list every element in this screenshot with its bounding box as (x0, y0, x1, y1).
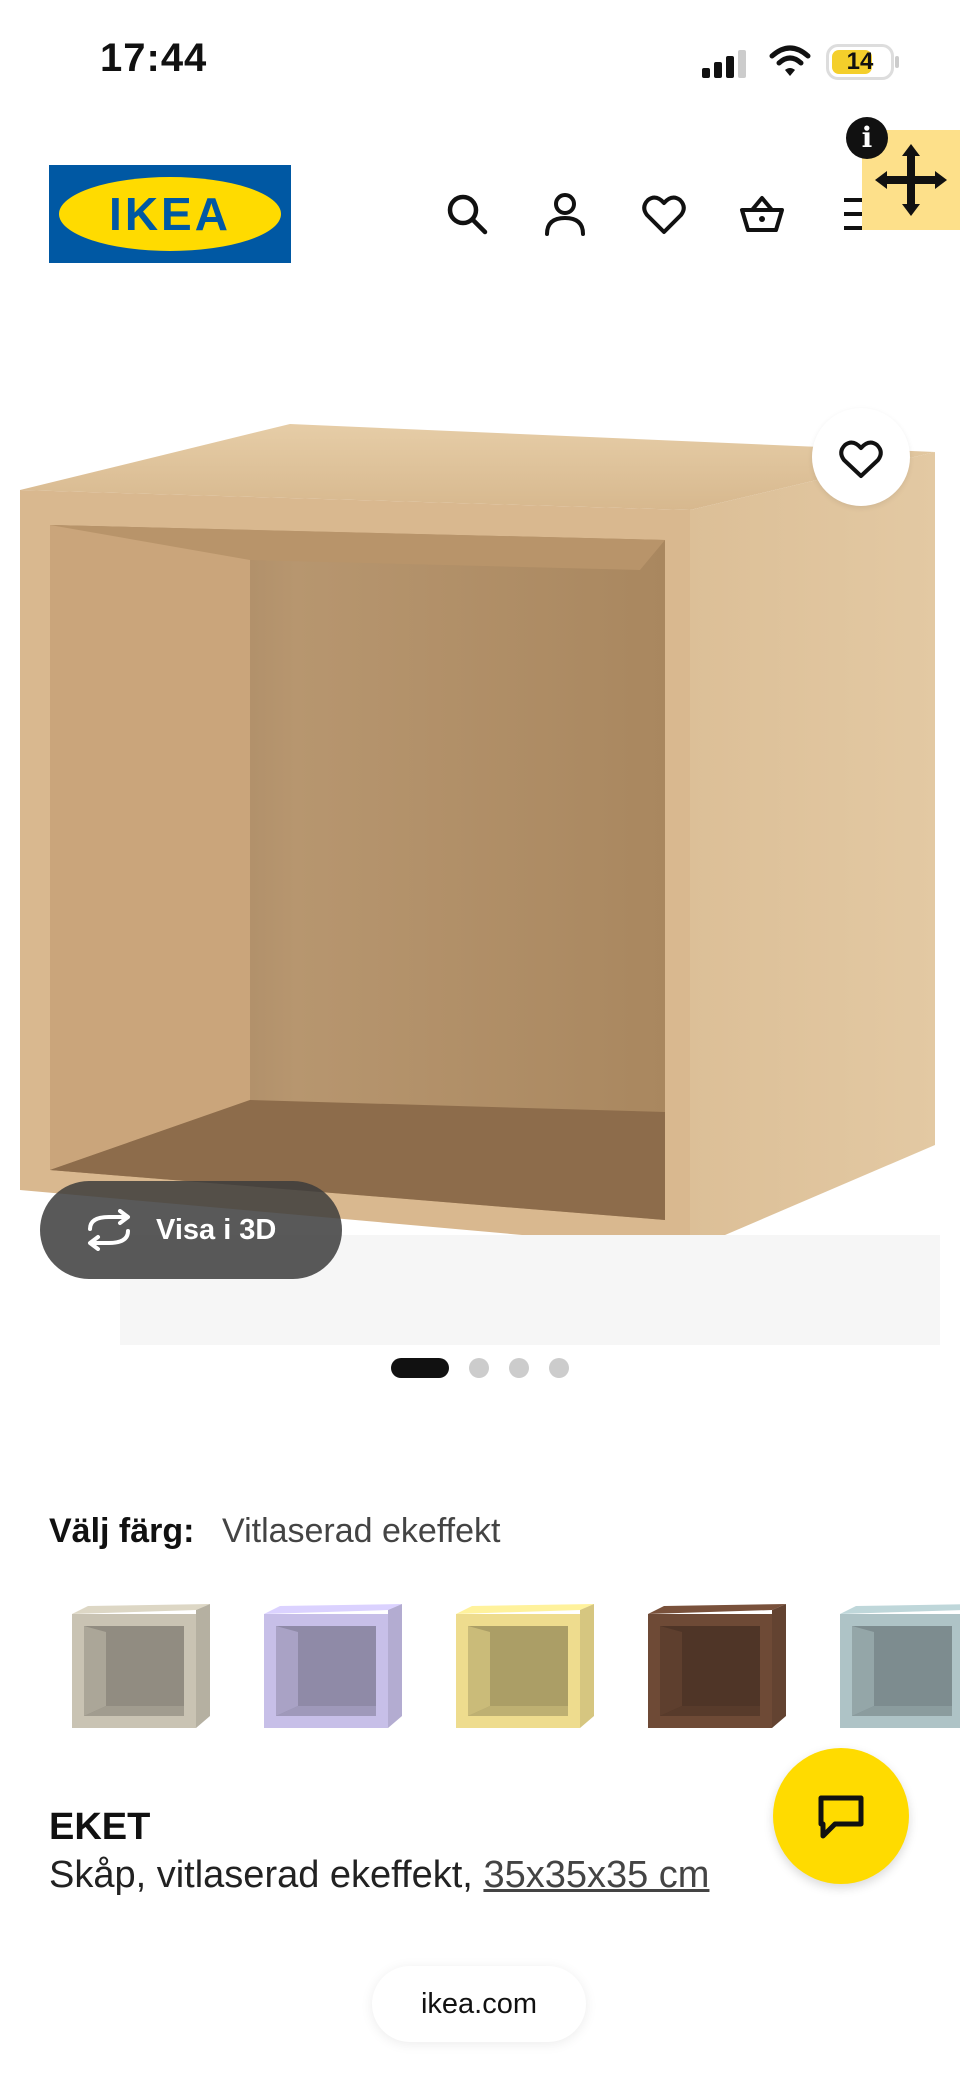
color-swatch[interactable] (834, 1600, 960, 1750)
browser-url-bar[interactable]: ikea.com (372, 1966, 586, 2042)
chat-icon (818, 1795, 864, 1839)
product-dimensions-link[interactable]: 35x35x35 cm (483, 1854, 709, 1896)
heart-icon[interactable] (640, 190, 688, 238)
carousel-dot[interactable] (391, 1358, 449, 1378)
product-name: EKET (49, 1806, 151, 1848)
info-icon[interactable]: i (846, 117, 888, 159)
save-to-favorites-button[interactable] (812, 408, 910, 506)
ikea-logo[interactable]: IKEA (49, 165, 291, 263)
status-time: 17:44 (100, 36, 208, 80)
user-icon[interactable] (541, 190, 589, 238)
product-description: Skåp, vitlaserad ekeffekt, 35x35x35 cm (49, 1854, 709, 1897)
color-swatch[interactable] (66, 1600, 216, 1750)
carousel-dot[interactable] (549, 1358, 569, 1378)
view-in-3d-label: Visa i 3D (156, 1214, 277, 1246)
selected-color-value: Vitlaserad ekeffekt (222, 1512, 501, 1550)
wifi-icon (769, 45, 811, 76)
color-swatch[interactable] (642, 1600, 792, 1750)
color-swatch[interactable] (258, 1600, 408, 1750)
heart-icon (839, 440, 883, 478)
chat-button[interactable] (773, 1748, 909, 1884)
carousel-dot[interactable] (509, 1358, 529, 1378)
rotate-3d-icon (88, 1209, 130, 1251)
signal-icon (702, 50, 746, 78)
search-icon[interactable] (443, 190, 491, 238)
carousel-dot[interactable] (469, 1358, 489, 1378)
battery-cap (895, 56, 899, 68)
color-select-label: Välj färg: (49, 1512, 195, 1550)
logo-text: IKEA (109, 188, 231, 240)
view-in-3d-button[interactable]: Visa i 3D (40, 1181, 342, 1279)
battery-level: 14 (846, 48, 874, 75)
product-description-text: Skåp, vitlaserad ekeffekt, (49, 1854, 473, 1896)
basket-icon[interactable] (738, 190, 786, 238)
battery-indicator: 14 (826, 44, 894, 80)
color-swatch[interactable] (450, 1600, 600, 1750)
